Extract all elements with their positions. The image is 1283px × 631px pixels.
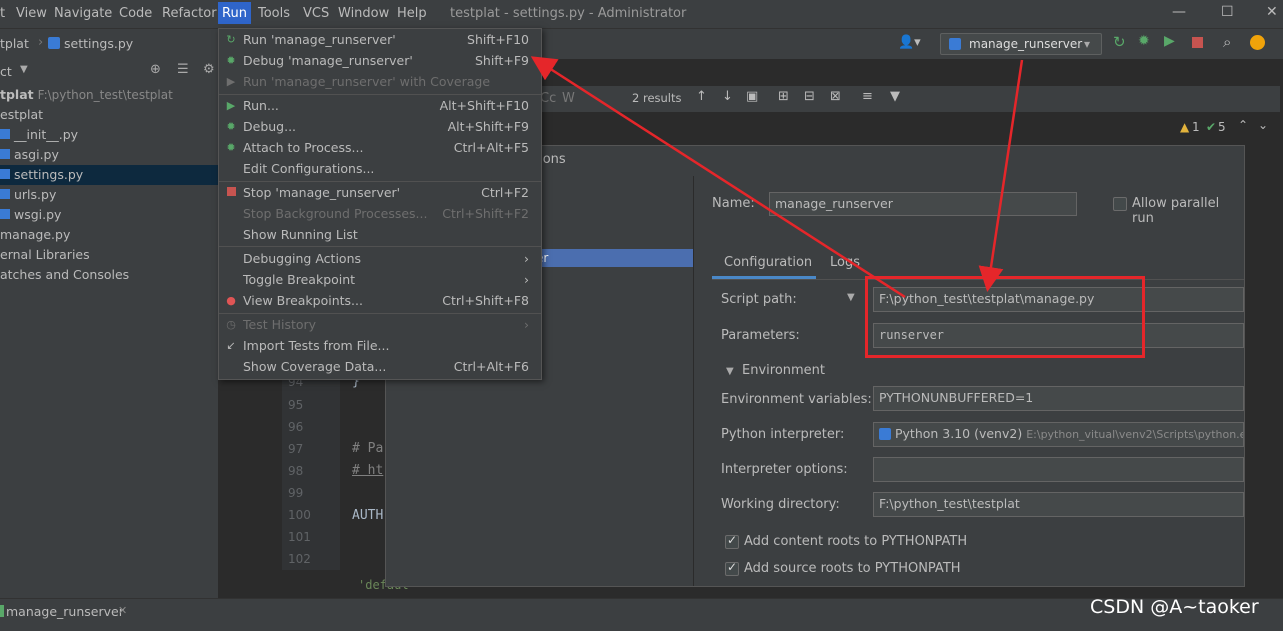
- close-tab-icon[interactable]: ✕: [118, 604, 127, 617]
- run-icon: [0, 605, 4, 617]
- annotation-arrows: [530, 56, 1024, 299]
- arrow-from-run-config: [978, 59, 1024, 292]
- arrow-to-debug-item: [530, 56, 906, 299]
- watermark: CSDN @A~taoker: [1090, 596, 1259, 618]
- run-tab-label[interactable]: manage_runserver: [6, 604, 124, 619]
